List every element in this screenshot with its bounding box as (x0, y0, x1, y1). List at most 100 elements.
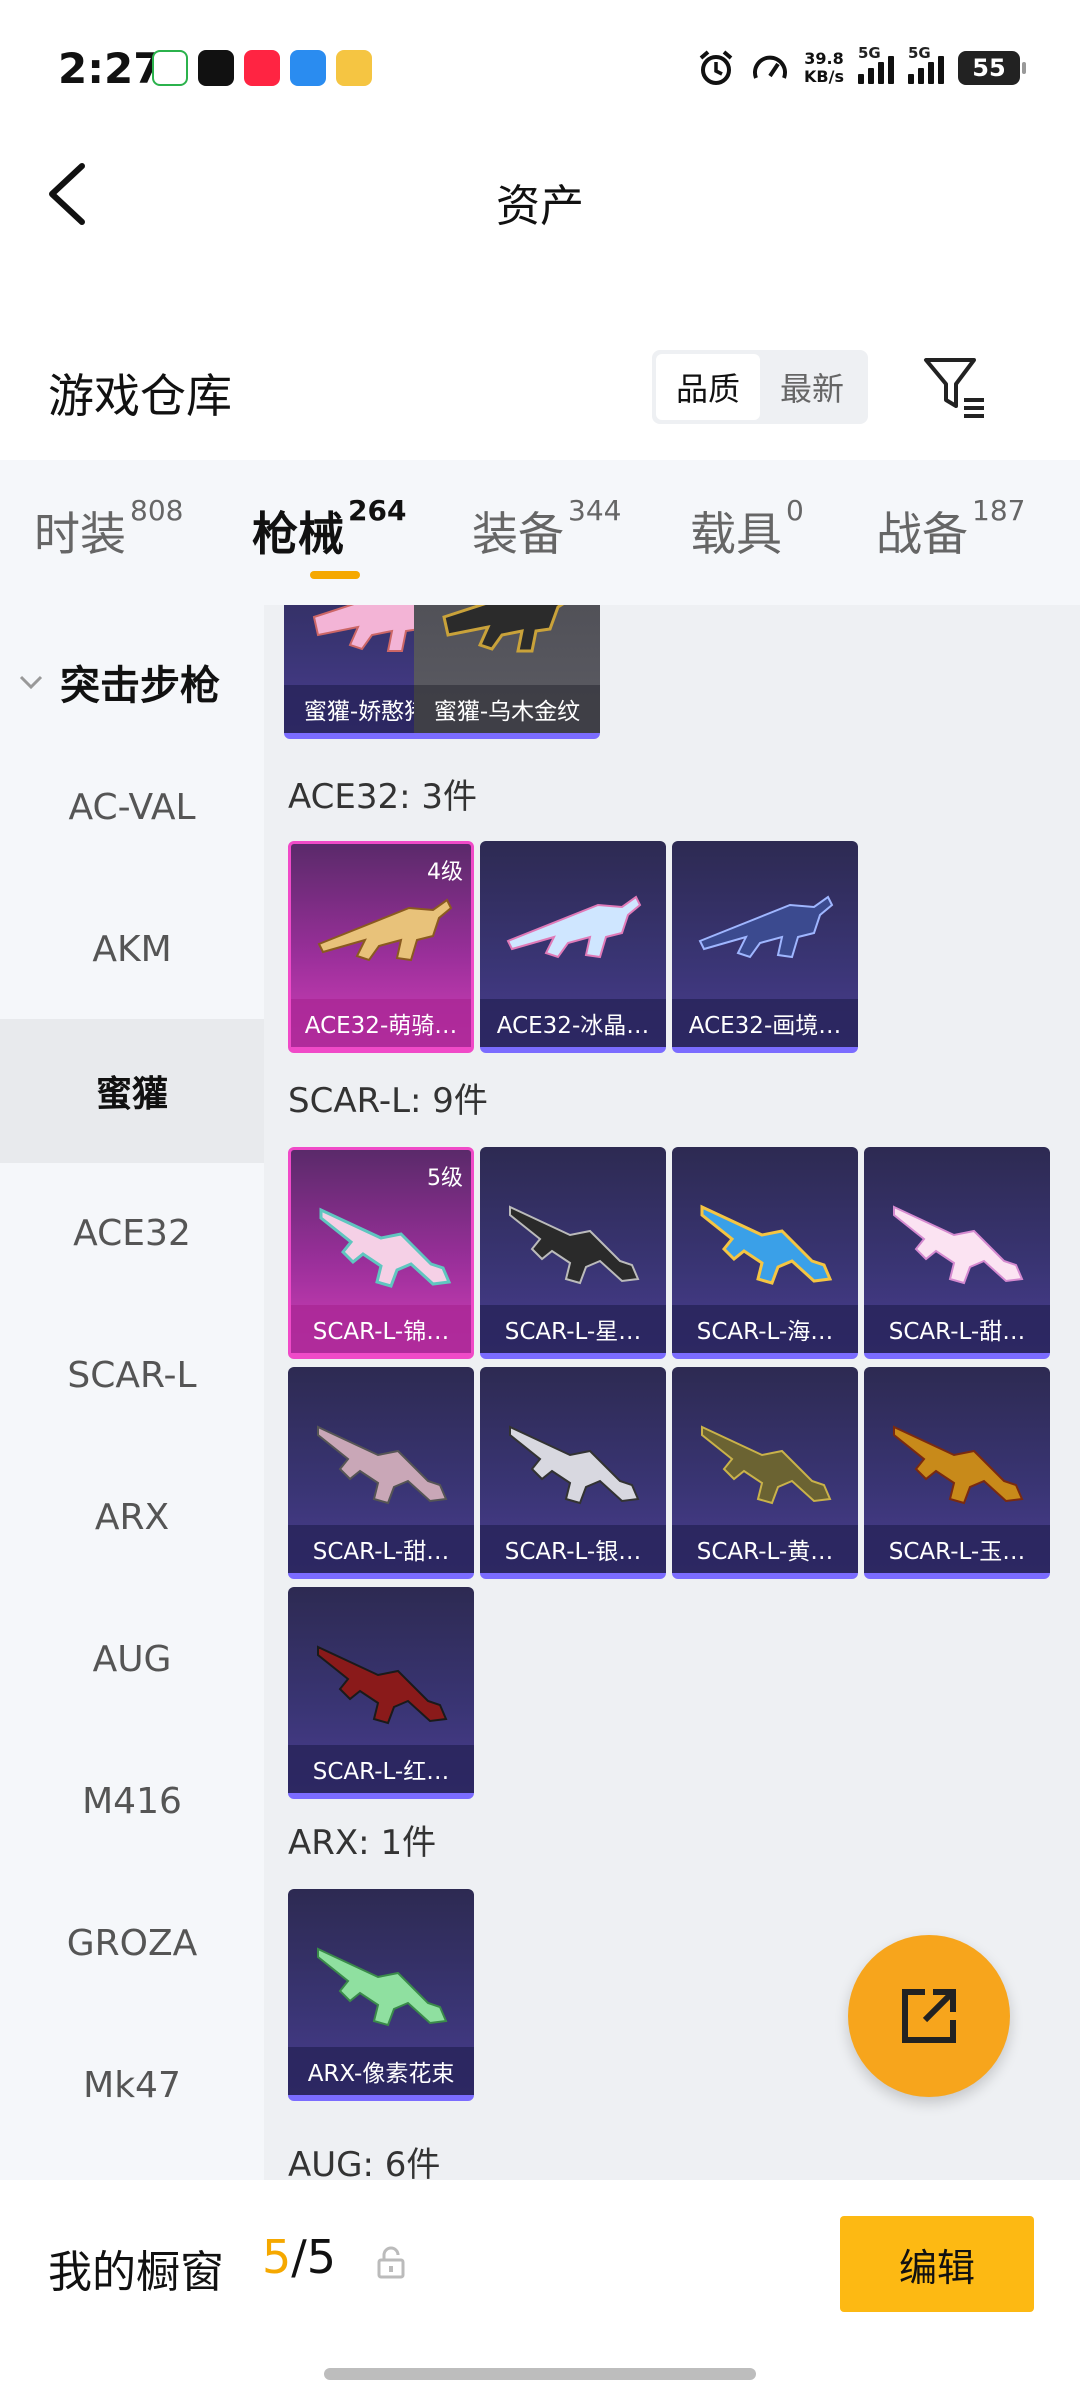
sidebar-item-groza[interactable]: GROZA (0, 1871, 264, 2015)
home-indicator[interactable] (324, 2368, 756, 2380)
page-title: 资产 (496, 181, 584, 232)
sidebar-item-ace32[interactable]: ACE32 (0, 1161, 264, 1305)
status-time: 2:27 (58, 44, 163, 93)
skin-name: SCAR-L-玉… (864, 1525, 1050, 1573)
tab-vehicles[interactable]: 载具 0 (690, 494, 804, 564)
skin-card[interactable]: ARX-像素花束 (288, 1889, 474, 2101)
tab-count: 808 (130, 494, 184, 527)
group-title-aug: AUG: 6件 (288, 2145, 441, 2180)
network-speed-unit: KB/s (804, 67, 844, 86)
rifle-skin-image (317, 1425, 448, 1505)
alarm-icon (699, 50, 733, 85)
status-bar: 2:27 39.8 KB/s 5G 5G 55 (0, 0, 1080, 130)
skin-name: SCAR-L-红… (288, 1745, 474, 1793)
notification-icons (152, 50, 372, 86)
skin-name: ACE32-冰晶… (480, 999, 666, 1047)
rifle-skin-image (698, 895, 834, 959)
showcase-current: 5 (262, 2230, 292, 2284)
skin-card[interactable]: 蜜獾-乌木金纹 (414, 605, 600, 739)
warehouse-title: 游戏仓库 (48, 369, 232, 423)
category-label: 突击步枪 (60, 663, 220, 709)
showcase-label: 我的橱窗 (48, 2247, 224, 2298)
skin-card[interactable]: SCAR-L-红… (288, 1587, 474, 1799)
network-speed-value: 39.8 (804, 49, 844, 68)
filter-icon[interactable] (920, 352, 990, 422)
skin-name: SCAR-L-锦… (291, 1305, 471, 1353)
tab-label: 载具 (690, 507, 782, 561)
skin-card[interactable]: SCAR-L-甜… (288, 1367, 474, 1579)
active-tab-indicator (310, 571, 360, 579)
skin-name: SCAR-L-黄… (672, 1525, 858, 1573)
skin-name: ARX-像素花束 (288, 2047, 474, 2095)
rifle-skin-image (317, 1947, 448, 2027)
rifle-skin-image (506, 895, 642, 959)
tab-count: 344 (568, 494, 622, 527)
weapon-sidebar: 突击步枪 AC-VAL AKM 蜜獾 ACE32 SCAR-L ARX AUG … (0, 605, 264, 2180)
edit-button[interactable]: 编辑 (840, 2216, 1034, 2312)
tab-count: 187 (972, 494, 1026, 527)
group-title-scar-l: SCAR-L: 9件 (288, 1081, 488, 1121)
sidebar-item-mk47[interactable]: Mk47 (0, 2013, 264, 2157)
sidebar-item-honey-badger[interactable]: 蜜獾 (0, 1019, 264, 1163)
battery-icon: 55 (958, 51, 1026, 85)
chevron-down-icon (19, 675, 43, 690)
speedometer-icon (753, 55, 788, 79)
sidebar-item-akm[interactable]: AKM (0, 877, 264, 1021)
skin-name: ACE32-萌骑… (291, 999, 471, 1047)
skin-card[interactable]: SCAR-L-黄… (672, 1367, 858, 1579)
network-speed: 39.8 KB/s (804, 50, 844, 86)
sort-newest-option[interactable]: 最新 (760, 354, 864, 420)
group-title-arx: ARX: 1件 (288, 1823, 437, 1863)
lock-icon (377, 2246, 405, 2279)
tab-label: 枪械 (252, 507, 344, 561)
tab-label: 装备 (472, 507, 564, 561)
rifle-skin-image (317, 1645, 448, 1725)
skin-card[interactable]: 5级 SCAR-L-锦… (288, 1147, 474, 1359)
skin-card[interactable]: SCAR-L-星… (480, 1147, 666, 1359)
rifle-skin-image (442, 605, 565, 653)
skin-name: SCAR-L-甜… (288, 1525, 474, 1573)
skin-card[interactable]: 4级 ACE32-萌骑… (288, 841, 474, 1053)
skin-card[interactable]: ACE32-画境… (672, 841, 858, 1053)
tiktok-icon (198, 50, 234, 86)
skin-name: SCAR-L-甜… (864, 1305, 1050, 1353)
app-notification-icon (152, 50, 188, 86)
showcase-count: 5/5 (262, 2230, 336, 2284)
sidebar-item-aug[interactable]: AUG (0, 1587, 264, 1731)
signal-icon-sim1: 5G (858, 44, 894, 84)
share-fab-button[interactable] (848, 1935, 1010, 2097)
sidebar-item-arx[interactable]: ARX (0, 1445, 264, 1589)
sidebar-item-m416[interactable]: M416 (0, 1729, 264, 1873)
showcase-total: 5 (306, 2230, 337, 2284)
skin-name: 蜜獾-乌木金纹 (414, 685, 600, 733)
sidebar-item-scar-l[interactable]: SCAR-L (0, 1303, 264, 1447)
message-app-icon (290, 50, 326, 86)
tab-fashion[interactable]: 时装 808 (34, 494, 183, 564)
skin-card[interactable]: SCAR-L-玉… (864, 1367, 1050, 1579)
skin-name: SCAR-L-星… (480, 1305, 666, 1353)
warehouse-header: 游戏仓库 品质 最新 (0, 330, 1080, 460)
skin-card[interactable]: ACE32-冰晶… (480, 841, 666, 1053)
rifle-skin-image (893, 1205, 1024, 1285)
header: 资产 (0, 130, 1080, 260)
sim2-label: 5G (908, 44, 931, 62)
tab-equipment[interactable]: 装备 344 (472, 494, 621, 564)
rifle-skin-image (317, 898, 453, 962)
rifle-skin-image (701, 1425, 832, 1505)
skin-name: ACE32-画境… (672, 999, 858, 1047)
tab-firearms[interactable]: 枪械 264 (252, 494, 406, 564)
skin-card[interactable]: SCAR-L-甜… (864, 1147, 1050, 1359)
skin-card[interactable]: SCAR-L-银… (480, 1367, 666, 1579)
skin-card[interactable]: SCAR-L-海… (672, 1147, 858, 1359)
rifle-skin-image (319, 1207, 452, 1288)
sim1-label: 5G (858, 44, 881, 62)
tab-label: 时装 (34, 507, 126, 561)
tab-tactical-gear[interactable]: 战备 187 (876, 494, 1025, 564)
rifle-skin-image (509, 1425, 640, 1505)
sort-quality-option[interactable]: 品质 (656, 354, 760, 420)
sidebar-item-ac-val[interactable]: AC-VAL (0, 735, 264, 879)
tab-count: 264 (348, 494, 407, 527)
skin-name: SCAR-L-银… (480, 1525, 666, 1573)
category-assault-rifles[interactable]: 突击步枪 (18, 653, 220, 711)
system-icons: 39.8 KB/s 5G 5G 55 (696, 44, 1026, 88)
